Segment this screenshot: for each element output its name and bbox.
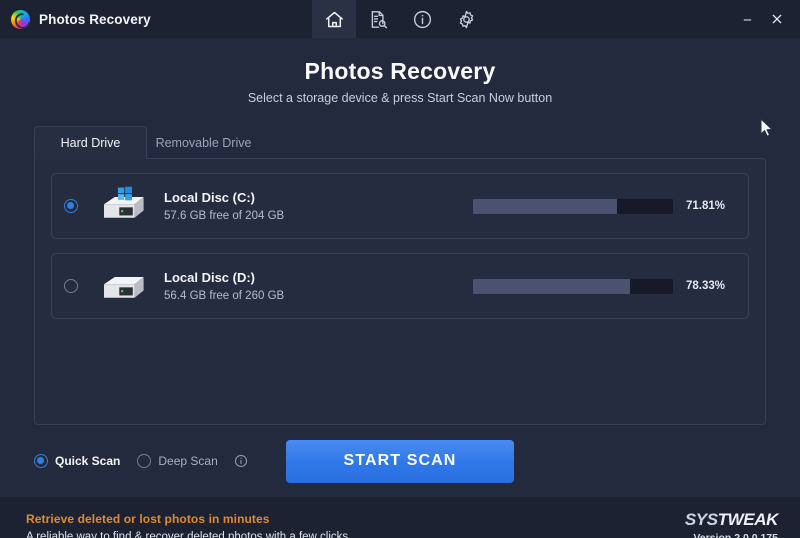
drive-row-d[interactable]: Local Disc (D:) 56.4 GB free of 260 GB 7…: [51, 253, 749, 319]
footer-bar: Retrieve deleted or lost photos in minut…: [0, 497, 800, 538]
photos-recovery-window: Photos Recovery Photos Recovery Select a…: [0, 0, 800, 538]
hard-drive-windows-icon: [94, 186, 150, 226]
gear-icon: [456, 9, 477, 30]
drive-usage-bar-fill-c: [473, 198, 617, 214]
footer-text: Retrieve deleted or lost photos in minut…: [26, 512, 351, 538]
aperture-logo-icon: [11, 9, 30, 29]
scan-info-icon[interactable]: [234, 454, 248, 468]
drive-usage-percent-d: 78.33%: [686, 280, 726, 292]
drive-free-d: 56.4 GB free of 260 GB: [164, 290, 285, 302]
title-bar-nav: [312, 0, 488, 38]
systweak-logo: SYSTWEAK: [684, 510, 779, 530]
drive-name-c: Local Disc (C:): [164, 190, 256, 205]
drive-usage-c: 71.81%: [473, 198, 734, 214]
tab-removable-drive-label: Removable Drive: [155, 136, 252, 150]
drive-free-c: 57.6 GB free of 204 GB: [164, 210, 285, 222]
home-icon: [324, 9, 345, 30]
page-header: Photos Recovery Select a storage device …: [0, 38, 800, 105]
footer-description: A reliable way to find & recover deleted…: [26, 530, 352, 538]
drive-row-c[interactable]: Local Disc (C:) 57.6 GB free of 204 GB 7…: [51, 173, 749, 239]
start-scan-label: START SCAN: [343, 452, 457, 469]
scan-option-quick-radio[interactable]: [34, 454, 48, 468]
brand-tweak: TWEAK: [717, 510, 779, 529]
close-button[interactable]: [764, 6, 790, 32]
window-controls: [734, 0, 790, 38]
scan-mode-group: Quick Scan Deep Scan: [34, 454, 248, 468]
drive-usage-d: 78.33%: [473, 278, 734, 294]
tab-hard-drive[interactable]: Hard Drive: [34, 126, 147, 160]
document-search-icon: [368, 9, 389, 30]
tab-hard-drive-label: Hard Drive: [60, 136, 121, 150]
drive-usage-bar-c: [473, 198, 673, 214]
drive-name-d: Local Disc (D:): [164, 270, 256, 285]
footer-brand: SYSTWEAK Version 2.0.0.175: [684, 510, 779, 538]
drive-type-tabs: Hard Drive Removable Drive: [34, 126, 766, 160]
scan-option-deep[interactable]: Deep Scan: [137, 454, 218, 468]
drive-usage-bar-fill-d: [473, 278, 630, 294]
nav-info-button[interactable]: [400, 0, 444, 38]
nav-settings-button[interactable]: [444, 0, 488, 38]
app-title: Photos Recovery: [39, 11, 151, 27]
nav-home-button[interactable]: [312, 0, 356, 38]
footer-tagline: Retrieve deleted or lost photos in minut…: [26, 511, 270, 526]
drive-usage-bar-d: [473, 278, 673, 294]
scan-option-quick-label: Quick Scan: [55, 454, 121, 468]
title-bar: Photos Recovery: [0, 0, 800, 38]
scan-option-quick[interactable]: Quick Scan: [34, 454, 120, 468]
drive-usage-percent-c: 71.81%: [686, 200, 726, 212]
page-title: Photos Recovery: [304, 58, 496, 84]
scan-option-deep-label: Deep Scan: [158, 454, 218, 468]
minimize-button[interactable]: [734, 6, 760, 32]
drive-radio-c[interactable]: [64, 199, 78, 213]
scan-option-deep-radio[interactable]: [137, 454, 152, 468]
hard-drive-icon: [94, 266, 150, 306]
page-subtitle: Select a storage device & press Start Sc…: [247, 91, 553, 105]
scan-controls: Quick Scan Deep Scan START SCAN: [0, 425, 800, 497]
drive-info-d: Local Disc (D:) 56.4 GB free of 260 GB: [164, 270, 414, 302]
tab-removable-drive[interactable]: Removable Drive: [147, 126, 260, 159]
title-bar-left: Photos Recovery: [0, 9, 151, 29]
drive-info-c: Local Disc (C:) 57.6 GB free of 204 GB: [164, 190, 414, 222]
start-scan-button[interactable]: START SCAN: [286, 439, 514, 483]
drive-list-panel: Local Disc (C:) 57.6 GB free of 204 GB 7…: [34, 158, 766, 425]
info-circle-icon: [412, 9, 433, 30]
drive-radio-d[interactable]: [64, 279, 78, 293]
nav-scan-results-button[interactable]: [356, 0, 400, 38]
main-content: Hard Drive Removable Drive Local Disc (C…: [0, 105, 800, 425]
brand-sys: SYS: [684, 510, 718, 529]
version-label: Version 2.0.0.175: [693, 532, 778, 538]
